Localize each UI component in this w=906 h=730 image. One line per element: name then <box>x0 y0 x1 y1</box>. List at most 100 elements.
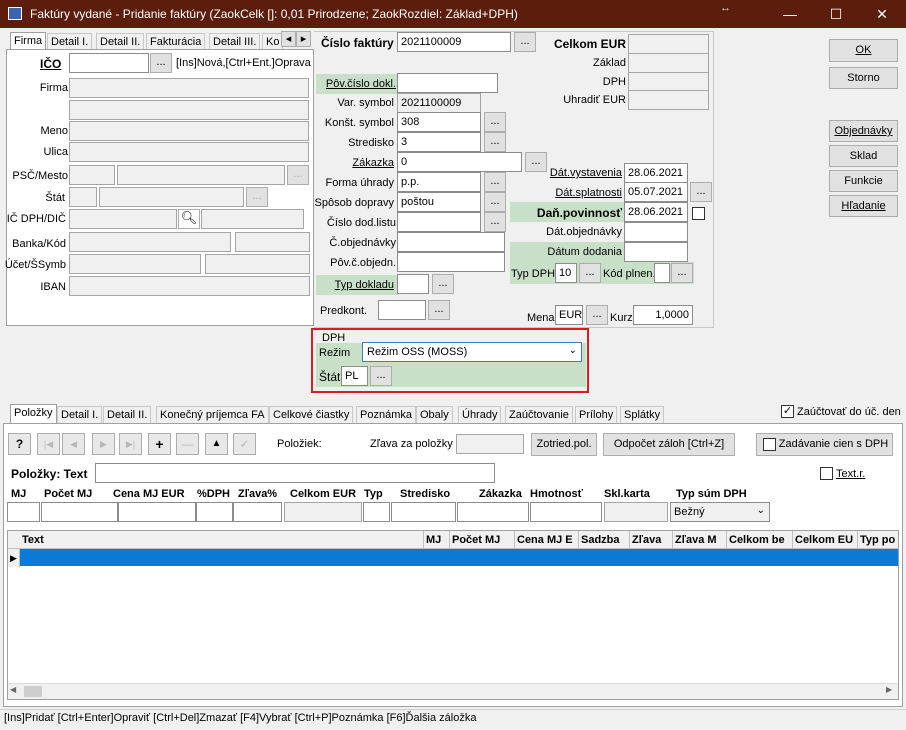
tab-polozky[interactable]: Položky <box>10 404 57 424</box>
var-symbol-field[interactable]: 2021100009 <box>397 93 481 113</box>
maximize-button[interactable]: ☐ <box>813 0 859 28</box>
dat-objednavky-input[interactable] <box>624 222 688 242</box>
objednavky-button[interactable]: Objednávky <box>829 120 898 142</box>
typ-input[interactable] <box>363 502 390 522</box>
move-up-icon[interactable]: ▲ <box>205 433 228 455</box>
stredisko-lookup-button[interactable]: ... <box>484 132 506 152</box>
ucet-field[interactable] <box>69 254 201 274</box>
ico-lookup-button[interactable]: ... <box>150 53 172 73</box>
datum-dodania-input[interactable] <box>624 242 688 262</box>
stredisko-item-input[interactable] <box>391 502 456 522</box>
firma-field-2[interactable] <box>69 100 309 120</box>
col-typ-po[interactable]: Typ po <box>858 531 898 549</box>
polozky-text-input[interactable] <box>95 463 495 483</box>
dan-povinnost-input[interactable]: 28.06.2021 <box>624 202 688 222</box>
col-zlava[interactable]: Zľava <box>630 531 673 549</box>
col-zlava-m[interactable]: Zľava M <box>673 531 727 549</box>
textr-checkbox[interactable] <box>820 467 833 480</box>
tab-zauctovanie[interactable]: Zaúčtovanie <box>505 406 573 424</box>
confirm-icon[interactable]: ✓ <box>233 433 256 455</box>
tab-scroll-right-icon[interactable]: ▸ <box>296 31 311 47</box>
banka-field[interactable] <box>69 232 231 252</box>
zakazka-input[interactable]: 0 <box>397 152 522 172</box>
tab-obaly[interactable]: Obaly <box>416 406 453 424</box>
stat-code-field[interactable] <box>69 187 97 207</box>
kod-plnenia-lookup-button[interactable]: ... <box>671 263 693 283</box>
col-celkom-eur[interactable]: Celkom EU <box>793 531 858 549</box>
icdph-field[interactable] <box>69 209 177 229</box>
cislo-dod-input[interactable] <box>397 212 481 232</box>
typ-dokladu-input[interactable] <box>397 274 429 294</box>
dph-percent-input[interactable] <box>196 502 233 522</box>
tab-bottom-detail-1[interactable]: Detail I. <box>57 406 103 424</box>
zlava-input[interactable] <box>233 502 282 522</box>
col-mj[interactable]: MJ <box>424 531 450 549</box>
search-icon[interactable]: 🔍︎ <box>178 209 200 229</box>
scroll-left-icon[interactable]: ◀ <box>10 685 16 694</box>
mena-input[interactable]: EUR <box>555 305 583 325</box>
dat-vystavenia-input[interactable]: 28.06.2021 <box>624 163 688 183</box>
dat-splatnosti-lookup-button[interactable]: ... <box>690 182 712 202</box>
tab-bottom-detail-2[interactable]: Detail II. <box>103 406 152 424</box>
rezim-select[interactable]: Režim OSS (MOSS) ⌄ <box>362 342 582 362</box>
mesto-field[interactable] <box>117 165 285 185</box>
ok-button[interactable]: OK <box>829 39 898 62</box>
dat-splatnosti-input[interactable]: 05.07.2021 <box>624 182 688 202</box>
minimize-button[interactable]: — <box>767 0 813 28</box>
zakazka-item-input[interactable] <box>457 502 529 522</box>
zauctovat-checkbox[interactable]: ✓ <box>781 405 794 418</box>
tab-firma[interactable]: Firma <box>10 32 47 50</box>
table-row[interactable] <box>20 549 898 566</box>
c-objednavky-input[interactable] <box>397 232 505 252</box>
next-record-icon[interactable]: ▶ <box>92 433 115 455</box>
firma-field-1[interactable] <box>69 78 309 98</box>
tab-celkove-ciastky[interactable]: Celkové čiastky <box>269 406 354 424</box>
sklad-button[interactable]: Sklad <box>829 145 898 167</box>
close-button[interactable]: ✕ <box>859 0 905 28</box>
konst-symbol-lookup-button[interactable]: ... <box>484 112 506 132</box>
banka-kod-field[interactable] <box>235 232 310 252</box>
mena-lookup-button[interactable]: ... <box>586 305 608 325</box>
mj-input[interactable] <box>7 502 40 522</box>
dic-field[interactable] <box>201 209 304 229</box>
funkcie-button[interactable]: Funkcie <box>829 170 898 192</box>
dph-stat-lookup-button[interactable]: ... <box>370 366 392 386</box>
tab-prilohy[interactable]: Prílohy <box>575 406 618 424</box>
stat-lookup-button[interactable]: ... <box>246 187 268 207</box>
stat-name-field[interactable] <box>99 187 244 207</box>
scroll-right-icon[interactable]: ▶ <box>886 685 892 694</box>
first-record-icon[interactable]: |◀ <box>37 433 60 455</box>
add-icon[interactable]: + <box>148 433 171 455</box>
col-cena-mj[interactable]: Cena MJ E <box>515 531 579 549</box>
forma-uhrady-lookup-button[interactable]: ... <box>484 172 506 192</box>
zotried-button[interactable]: Zotried.pol. <box>531 433 597 456</box>
pocet-mj-input[interactable] <box>41 502 118 522</box>
cena-mj-input[interactable] <box>118 502 196 522</box>
kurz-input[interactable]: 1,0000 <box>633 305 693 325</box>
ulica-field[interactable] <box>69 142 309 162</box>
tab-poznamka[interactable]: Poznámka <box>356 406 416 424</box>
dph-stat-input[interactable]: PL <box>341 366 368 386</box>
kod-plnenia-input[interactable] <box>654 263 670 283</box>
pov-c-objedn-input[interactable] <box>397 252 505 272</box>
typ-dokladu-lookup-button[interactable]: ... <box>432 274 454 294</box>
help-icon[interactable]: ? <box>8 433 31 455</box>
tab-konecny-prijemca[interactable]: Konečný príjemca FA <box>156 406 269 424</box>
hladanie-button[interactable]: Hľadanie <box>829 195 898 217</box>
iban-field[interactable] <box>69 276 310 296</box>
scroll-thumb[interactable] <box>24 686 42 697</box>
ssymb-field[interactable] <box>205 254 310 274</box>
mesto-lookup-button[interactable]: ... <box>287 165 309 185</box>
storno-button[interactable]: Storno <box>829 67 898 89</box>
title-bar[interactable]: Faktúry vydané - Pridanie faktúry (ZaokC… <box>0 0 906 28</box>
horizontal-scrollbar[interactable] <box>8 683 898 699</box>
predkont-lookup-button[interactable]: ... <box>428 300 450 320</box>
typ-dph-input[interactable]: 10 <box>555 263 577 283</box>
zadavanie-checkbox[interactable] <box>763 438 776 451</box>
zadavanie-button[interactable]: Zadávanie cien s DPH <box>756 433 893 456</box>
ico-input[interactable] <box>69 53 149 73</box>
typ-sum-dph-select[interactable]: Bežný ⌄ <box>670 502 770 522</box>
tab-uhrady[interactable]: Úhrady <box>458 406 502 424</box>
odpocet-button[interactable]: Odpočet záloh [Ctrl+Z] <box>603 433 735 456</box>
predkont-input[interactable] <box>378 300 426 320</box>
